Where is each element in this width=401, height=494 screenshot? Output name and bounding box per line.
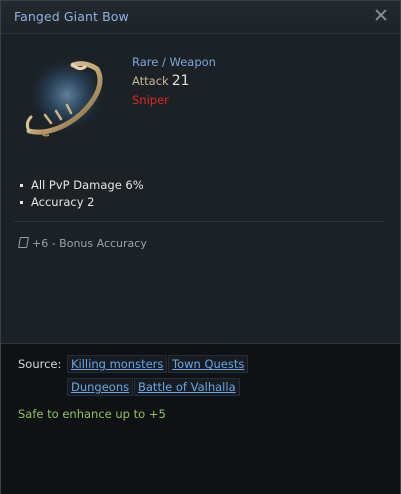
rune-icon — [18, 237, 29, 248]
stat-list: All PvP Damage 6% Accuracy 2 — [20, 177, 144, 211]
source-tag-killing-monsters[interactable]: Killing monsters — [67, 355, 168, 373]
source-label: Source: — [18, 357, 62, 371]
stat-row: All PvP Damage 6% — [20, 177, 144, 194]
attack-value: 21 — [171, 73, 190, 89]
divider — [14, 221, 384, 222]
item-grade: Rare / Weapon — [132, 55, 216, 69]
bonus-line: +6 - Bonus Accuracy — [18, 237, 147, 250]
source-tag-dungeons[interactable]: Dungeons — [67, 378, 134, 396]
source-panel: Source: Killing monsters Town Quests Dun… — [1, 343, 400, 494]
source-tag-town-quests[interactable]: Town Quests — [168, 355, 249, 373]
close-icon[interactable] — [374, 8, 388, 22]
item-tooltip: Fanged Giant Bow Rare / Weapon Attack 21… — [0, 0, 401, 494]
attack-stat: Attack 21 — [132, 72, 216, 91]
attack-label: Attack — [132, 74, 169, 88]
item-name: Fanged Giant Bow — [14, 9, 129, 24]
stat-row: Accuracy 2 — [20, 194, 144, 211]
source-tag-battle-of-valhalla[interactable]: Battle of Valhalla — [134, 378, 240, 396]
item-meta: Rare / Weapon Attack 21 Sniper — [132, 53, 216, 110]
bow-icon — [15, 51, 111, 147]
bonus-text: +6 - Bonus Accuracy — [32, 237, 147, 250]
enhance-note: Safe to enhance up to +5 — [18, 407, 166, 421]
title-bar: Fanged Giant Bow — [1, 1, 400, 34]
class-requirement: Sniper — [132, 93, 169, 107]
